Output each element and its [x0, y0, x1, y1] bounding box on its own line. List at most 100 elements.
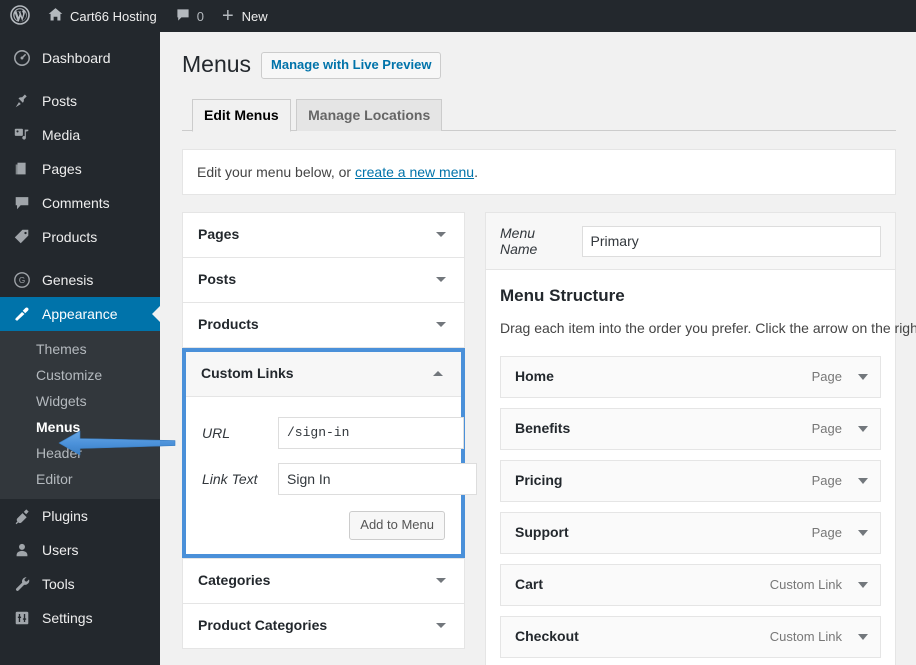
chevron-down-icon[interactable] — [858, 425, 868, 432]
sidebar-item-pages[interactable]: Pages — [0, 152, 160, 186]
sidebar-label: Media — [42, 127, 81, 143]
home-icon — [47, 6, 64, 26]
url-input[interactable] — [278, 417, 464, 449]
sidebar-label: Dashboard — [42, 50, 111, 66]
menu-item-row[interactable]: Pricing Page — [500, 460, 881, 502]
accordion-top-group: Pages Posts Products — [182, 212, 465, 348]
comments-button[interactable]: 0 — [166, 0, 213, 32]
menu-settings-panel: Menu Name Menu Structure Drag each item … — [485, 212, 916, 665]
menu-item-title: Pricing — [515, 472, 563, 488]
pin-icon — [12, 91, 32, 111]
sidebar-item-dashboard[interactable]: Dashboard — [0, 41, 160, 75]
new-label: New — [241, 8, 268, 24]
menu-name-row: Menu Name — [486, 213, 895, 270]
site-name-label: Cart66 Hosting — [70, 8, 157, 24]
notice-suffix: . — [474, 164, 478, 180]
add-to-menu-button[interactable]: Add to Menu — [349, 511, 445, 540]
sidebar-item-tools[interactable]: Tools — [0, 567, 160, 601]
accordion-section-products[interactable]: Products — [182, 303, 465, 348]
sidebar-label: Plugins — [42, 508, 88, 524]
wordpress-logo-button[interactable] — [0, 0, 38, 32]
sidebar-item-comments[interactable]: Comments — [0, 186, 160, 220]
menu-structure-description: Drag each item into the order you prefer… — [500, 320, 916, 336]
chevron-up-icon[interactable] — [433, 371, 443, 376]
comment-bubble-icon — [175, 7, 191, 26]
menu-item-type: Custom Link — [769, 577, 842, 592]
chevron-down-icon[interactable] — [858, 529, 868, 536]
chevron-down-icon[interactable] — [858, 373, 868, 380]
menus-page-wrap: Menus Manage with Live Preview Edit Menu… — [160, 32, 916, 665]
tab-manage-locations[interactable]: Manage Locations — [296, 99, 443, 131]
menu-name-input[interactable] — [581, 225, 881, 257]
menu-item-row[interactable]: Home Page — [500, 356, 881, 398]
site-name-button[interactable]: Cart66 Hosting — [38, 0, 166, 32]
create-a-new-menu-link[interactable]: create a new menu — [355, 164, 474, 180]
accordion-section-pages[interactable]: Pages — [182, 212, 465, 258]
menus-notice: Edit your menu below, or create a new me… — [182, 149, 896, 195]
dashboard-icon — [12, 48, 32, 68]
url-field-row: URL — [202, 417, 464, 449]
comment-icon — [12, 193, 32, 213]
wordpress-logo-icon — [10, 4, 30, 28]
menu-name-label: Menu Name — [500, 225, 538, 257]
admin-bar: Cart66 Hosting 0 + New — [0, 0, 916, 32]
menu-item-title: Checkout — [515, 628, 579, 644]
chevron-down-icon[interactable] — [436, 277, 446, 282]
accordion-label: Posts — [198, 271, 237, 287]
sidebar-item-posts[interactable]: Posts — [0, 84, 160, 118]
sidebar-label: Genesis — [42, 272, 94, 288]
sidebar-item-editor[interactable]: Editor — [0, 466, 160, 492]
accordion-section-posts[interactable]: Posts — [182, 258, 465, 303]
page-title: Menus — [182, 51, 252, 77]
manage-with-live-preview-button[interactable]: Manage with Live Preview — [261, 52, 442, 79]
chevron-down-icon[interactable] — [858, 581, 868, 588]
sidebar-item-themes[interactable]: Themes — [0, 336, 160, 362]
sidebar-label: Comments — [42, 195, 110, 211]
sidebar-item-widgets[interactable]: Widgets — [0, 388, 160, 414]
sidebar-item-header[interactable]: Header — [0, 440, 160, 466]
sidebar-item-media[interactable]: Media — [0, 118, 160, 152]
accordion-section-categories[interactable]: Categories — [182, 558, 465, 604]
pages-icon — [12, 159, 32, 179]
link-text-input[interactable] — [278, 463, 477, 495]
user-icon — [12, 540, 32, 560]
chevron-down-icon[interactable] — [858, 633, 868, 640]
menu-item-row[interactable]: Checkout Custom Link — [500, 616, 881, 658]
sidebar-item-menus[interactable]: Menus — [0, 414, 160, 440]
appearance-submenu: Themes Customize Widgets Menus Header Ed… — [0, 331, 160, 499]
link-text-label: Link Text — [202, 471, 258, 487]
accordion-section-custom-links[interactable]: Custom Links — [186, 352, 461, 397]
genesis-g-icon: G — [12, 270, 32, 290]
sidebar-item-appearance[interactable]: Appearance — [0, 297, 160, 331]
custom-links-panel-highlight: Custom Links URL Link Text — [182, 348, 477, 558]
settings-sliders-icon — [12, 608, 32, 628]
menu-item-row[interactable]: Benefits Page — [500, 408, 881, 450]
accordion-label: Products — [198, 316, 259, 332]
chevron-down-icon[interactable] — [436, 578, 446, 583]
accordion-label: Custom Links — [201, 365, 294, 381]
menu-settings-column: Menu Name Menu Structure Drag each item … — [485, 212, 916, 665]
media-icon — [12, 125, 32, 145]
notice-text: Edit your menu below, or — [197, 164, 355, 180]
menu-item-row[interactable]: Cart Custom Link — [500, 564, 881, 606]
new-content-button[interactable]: + New — [213, 0, 277, 32]
chevron-down-icon[interactable] — [858, 477, 868, 484]
chevron-down-icon[interactable] — [436, 232, 446, 237]
svg-text:G: G — [19, 276, 25, 285]
sidebar-label: Pages — [42, 161, 82, 177]
sidebar-item-plugins[interactable]: Plugins — [0, 499, 160, 533]
sidebar-item-genesis[interactable]: G Genesis — [0, 263, 160, 297]
menu-item-title: Cart — [515, 576, 544, 592]
custom-links-form: URL Link Text Add to Menu — [186, 397, 477, 554]
menu-item-row[interactable]: Support Page — [500, 512, 881, 554]
sidebar-item-products[interactable]: Products — [0, 220, 160, 254]
admin-sidebar: Dashboard Posts Media Pages Comments Pro… — [0, 32, 160, 665]
chevron-down-icon[interactable] — [436, 623, 446, 628]
sidebar-label: Users — [42, 542, 79, 558]
sidebar-item-users[interactable]: Users — [0, 533, 160, 567]
sidebar-item-customize[interactable]: Customize — [0, 362, 160, 388]
tab-edit-menus[interactable]: Edit Menus — [192, 99, 291, 132]
accordion-section-product-categories[interactable]: Product Categories — [182, 604, 465, 649]
chevron-down-icon[interactable] — [436, 322, 446, 327]
sidebar-item-settings[interactable]: Settings — [0, 601, 160, 635]
